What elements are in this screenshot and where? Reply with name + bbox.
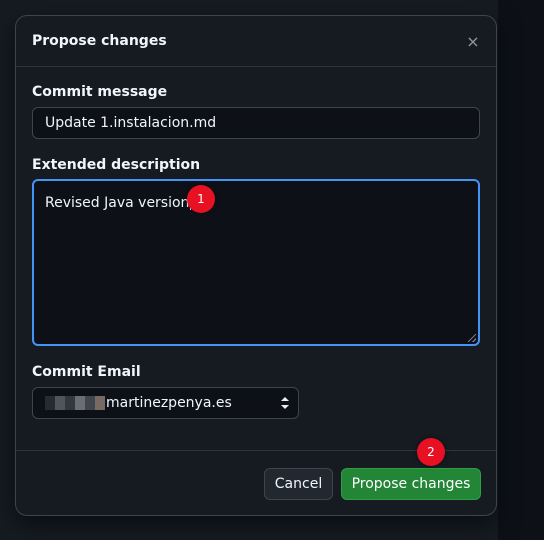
dialog-title: Propose changes xyxy=(32,33,167,49)
extended-description-textarea[interactable]: Revised Java version xyxy=(32,179,480,346)
close-icon[interactable]: × xyxy=(462,30,484,52)
extended-description-text: Revised Java version xyxy=(45,195,190,211)
commit-email-label: Commit Email xyxy=(32,364,141,380)
commit-message-input[interactable]: Update 1.instalacion.md xyxy=(32,107,480,139)
dialog-header: Propose changes × xyxy=(16,16,496,67)
commit-message-label: Commit message xyxy=(32,84,168,100)
commit-email-select[interactable]: martinezpenya.es xyxy=(32,387,299,419)
propose-changes-button[interactable]: Propose changes xyxy=(341,468,481,500)
annotation-marker-1: 1 xyxy=(187,185,215,213)
annotation-marker-2: 2 xyxy=(417,438,445,466)
extended-description-label: Extended description xyxy=(32,157,201,173)
redacted-email-prefix xyxy=(45,396,105,410)
resize-handle-icon[interactable] xyxy=(468,334,476,342)
cancel-button[interactable]: Cancel xyxy=(264,468,333,500)
page-backdrop xyxy=(498,0,544,540)
select-arrows-icon xyxy=(281,397,289,409)
commit-email-value: martinezpenya.es xyxy=(106,395,232,411)
